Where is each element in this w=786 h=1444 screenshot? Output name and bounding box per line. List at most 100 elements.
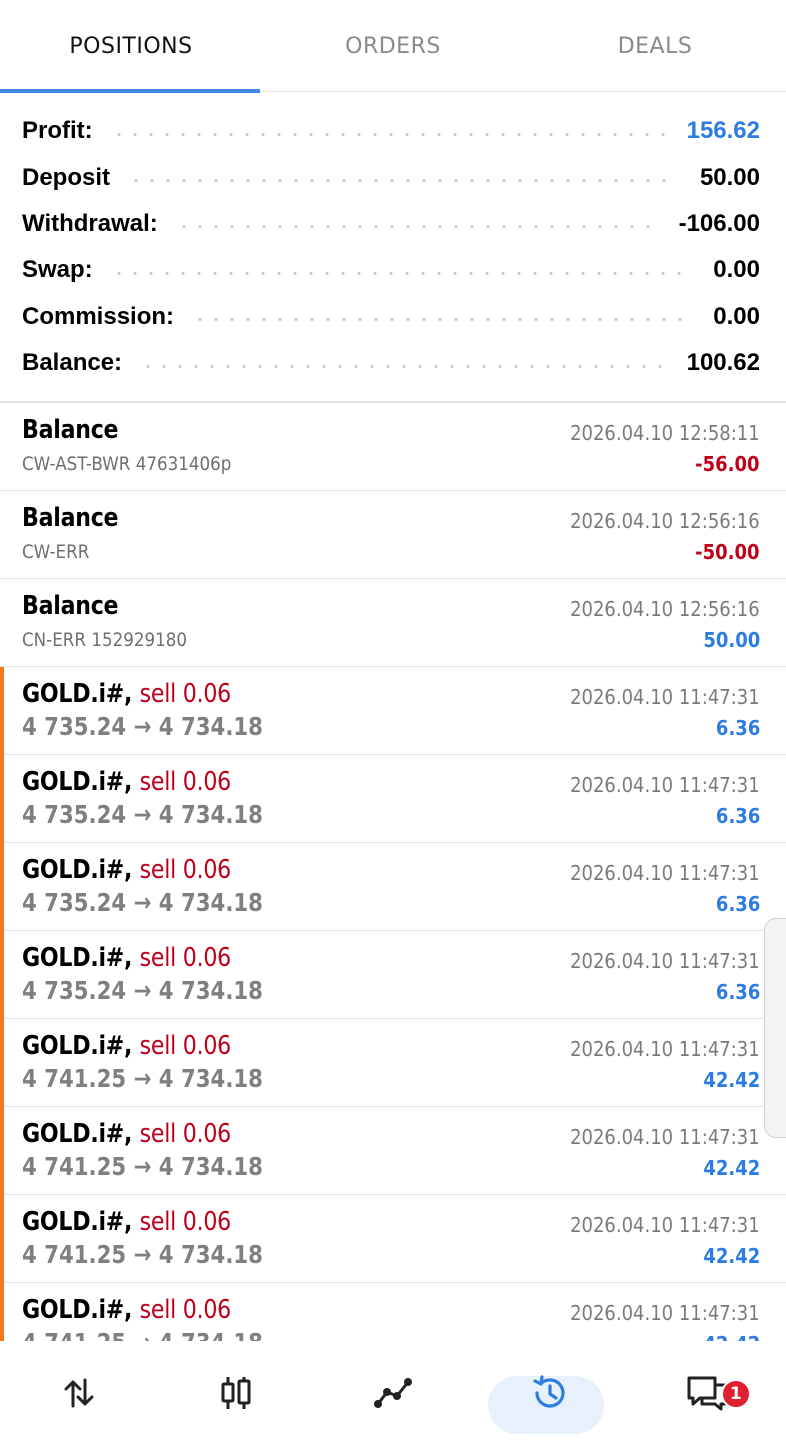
deal-prices: 4 735.24 → 4 734.18 xyxy=(22,888,263,917)
summary-row-withdrawal: Withdrawal: -106.00 xyxy=(0,201,786,247)
item-time: 2026.04.10 11:47:31 xyxy=(570,685,760,709)
deal-item[interactable]: GOLD.i#, sell 0.06 4 735.24 → 4 734.18 2… xyxy=(0,931,786,1020)
summary-label: Balance: xyxy=(22,349,123,377)
deal-item[interactable]: GOLD.i#, sell 0.06 4 735.24 → 4 734.18 2… xyxy=(0,667,786,756)
nav-chart[interactable] xyxy=(157,1341,314,1444)
deal-item[interactable]: GOLD.i#, sell 0.06 4 735.24 → 4 734.18 2… xyxy=(0,843,786,932)
deal-symbol: GOLD.i#, xyxy=(22,855,133,885)
deal-symbol: GOLD.i#, xyxy=(22,679,133,709)
deal-side: sell 0.06 xyxy=(139,1119,232,1149)
tab-positions[interactable]: POSITIONS xyxy=(0,0,262,93)
deal-profit: 42.42 xyxy=(703,1156,760,1180)
deal-prices: 4 735.24 → 4 734.18 xyxy=(22,712,263,741)
summary-value-withdrawal: -106.00 xyxy=(678,209,760,237)
deal-symbol: GOLD.i#, xyxy=(22,943,133,973)
notification-badge: 1 xyxy=(720,1379,751,1409)
tab-deals[interactable]: DEALS xyxy=(524,0,786,92)
deal-item[interactable]: GOLD.i#, sell 0.06 4 741.25 → 4 734.18 2… xyxy=(0,1283,786,1341)
trade-line-icon xyxy=(373,1377,412,1408)
deal-item[interactable]: GOLD.i#, sell 0.06 4 741.25 → 4 734.18 2… xyxy=(0,1107,786,1196)
deal-title: GOLD.i#, sell 0.06 xyxy=(22,1119,231,1149)
item-title: Balance xyxy=(22,415,119,445)
deal-title: GOLD.i#, sell 0.06 xyxy=(22,1031,231,1061)
deal-side: sell 0.06 xyxy=(139,943,232,973)
item-amount: -50.00 xyxy=(695,540,760,564)
item-amount: 50.00 xyxy=(703,628,760,652)
nav-messages[interactable]: 1 xyxy=(629,1341,786,1444)
deal-profit: 42.42 xyxy=(703,1332,760,1341)
deal-profit: 6.36 xyxy=(715,980,760,1004)
summary-row-deposit: Deposit 50.00 xyxy=(0,154,786,200)
deal-prices: 4 741.25 → 4 734.18 xyxy=(22,1064,263,1093)
deal-prices: 4 741.25 → 4 734.18 xyxy=(22,1240,263,1269)
chart-candles-icon xyxy=(221,1376,251,1409)
summary-value-deposit: 50.00 xyxy=(699,163,760,191)
history-clock-icon xyxy=(533,1374,565,1408)
deal-prices: 4 735.24 → 4 734.18 xyxy=(22,976,263,1005)
deal-profit: 6.36 xyxy=(715,892,760,916)
dotted-leader xyxy=(175,225,657,229)
history-list[interactable]: Balance CW-AST-BWR 47631406p 2026.04.10 … xyxy=(0,403,786,1341)
deal-symbol: GOLD.i#, xyxy=(22,1207,133,1237)
history-summary: Profit: 156.62 Deposit 50.00 Withdrawal:… xyxy=(0,108,786,386)
item-time: 2026.04.10 12:56:16 xyxy=(570,509,760,533)
item-time: 2026.04.10 11:47:31 xyxy=(570,773,760,797)
dotted-leader xyxy=(192,318,692,322)
summary-row-balance: Balance: 100.62 xyxy=(0,340,786,386)
dotted-leader xyxy=(110,271,692,275)
bottom-nav: 1 xyxy=(0,1341,786,1444)
nav-quotes[interactable] xyxy=(0,1341,157,1444)
deal-item[interactable]: GOLD.i#, sell 0.06 4 741.25 → 4 734.18 2… xyxy=(0,1195,786,1284)
summary-label: Swap: xyxy=(22,256,93,284)
deal-side: sell 0.06 xyxy=(139,1207,232,1237)
balance-item[interactable]: Balance CN-ERR 152929180 2026.04.10 12:5… xyxy=(0,579,786,667)
deal-profit: 6.36 xyxy=(715,804,760,828)
deal-side: sell 0.06 xyxy=(139,855,232,885)
deal-profit: 42.42 xyxy=(703,1068,760,1092)
summary-row-swap: Swap: 0.00 xyxy=(0,247,786,293)
deal-title: GOLD.i#, sell 0.06 xyxy=(22,767,231,797)
item-title: Balance xyxy=(22,591,119,621)
summary-label: Profit: xyxy=(22,117,93,145)
nav-history[interactable] xyxy=(472,1341,629,1444)
item-time: 2026.04.10 11:47:31 xyxy=(570,1213,760,1237)
deal-title: GOLD.i#, sell 0.06 xyxy=(22,855,231,885)
item-time: 2026.04.10 11:47:31 xyxy=(570,1125,760,1149)
balance-item[interactable]: Balance CW-ERR 2026.04.10 12:56:16 -50.0… xyxy=(0,491,786,579)
deal-title: GOLD.i#, sell 0.06 xyxy=(22,1295,231,1325)
item-comment: CN-ERR 152929180 xyxy=(22,629,188,651)
deal-profit: 6.36 xyxy=(715,716,760,740)
nav-trade[interactable] xyxy=(314,1341,471,1444)
summary-label: Withdrawal: xyxy=(22,209,158,237)
summary-label: Deposit xyxy=(22,163,111,191)
item-time: 2026.04.10 12:58:11 xyxy=(570,421,760,445)
deal-side: sell 0.06 xyxy=(139,1031,232,1061)
deal-title: GOLD.i#, sell 0.06 xyxy=(22,943,231,973)
summary-value-commission: 0.00 xyxy=(713,302,760,330)
summary-label: Commission: xyxy=(22,302,175,330)
deal-side: sell 0.06 xyxy=(139,679,232,709)
deal-item[interactable]: GOLD.i#, sell 0.06 4 741.25 → 4 734.18 2… xyxy=(0,1019,786,1108)
dotted-leader xyxy=(110,132,665,136)
item-time: 2026.04.10 12:56:16 xyxy=(570,597,760,621)
deal-symbol: GOLD.i#, xyxy=(22,1031,133,1061)
fast-scroll-handle[interactable] xyxy=(764,918,786,1138)
deal-prices: 4 741.25 → 4 734.18 xyxy=(22,1152,263,1181)
deal-side: sell 0.06 xyxy=(139,1295,232,1325)
summary-value-balance: 100.62 xyxy=(686,349,760,377)
tab-orders[interactable]: ORDERS xyxy=(262,0,524,92)
dotted-leader xyxy=(128,179,678,183)
tab-bar: POSITIONS ORDERS DEALS xyxy=(0,0,786,93)
item-amount: -56.00 xyxy=(695,452,760,476)
item-time: 2026.04.10 11:47:31 xyxy=(570,861,760,885)
item-title: Balance xyxy=(22,503,119,533)
deal-prices: 4 741.25 → 4 734.18 xyxy=(22,1328,263,1341)
summary-value-profit: 156.62 xyxy=(686,117,760,145)
item-comment: CW-ERR xyxy=(22,541,90,563)
summary-row-profit: Profit: 156.62 xyxy=(0,108,786,154)
deal-title: GOLD.i#, sell 0.06 xyxy=(22,1207,231,1237)
balance-item[interactable]: Balance CW-AST-BWR 47631406p 2026.04.10 … xyxy=(0,403,786,491)
deal-item[interactable]: GOLD.i#, sell 0.06 4 735.24 → 4 734.18 2… xyxy=(0,755,786,844)
item-time: 2026.04.10 11:47:31 xyxy=(570,949,760,973)
dotted-leader xyxy=(140,364,665,368)
